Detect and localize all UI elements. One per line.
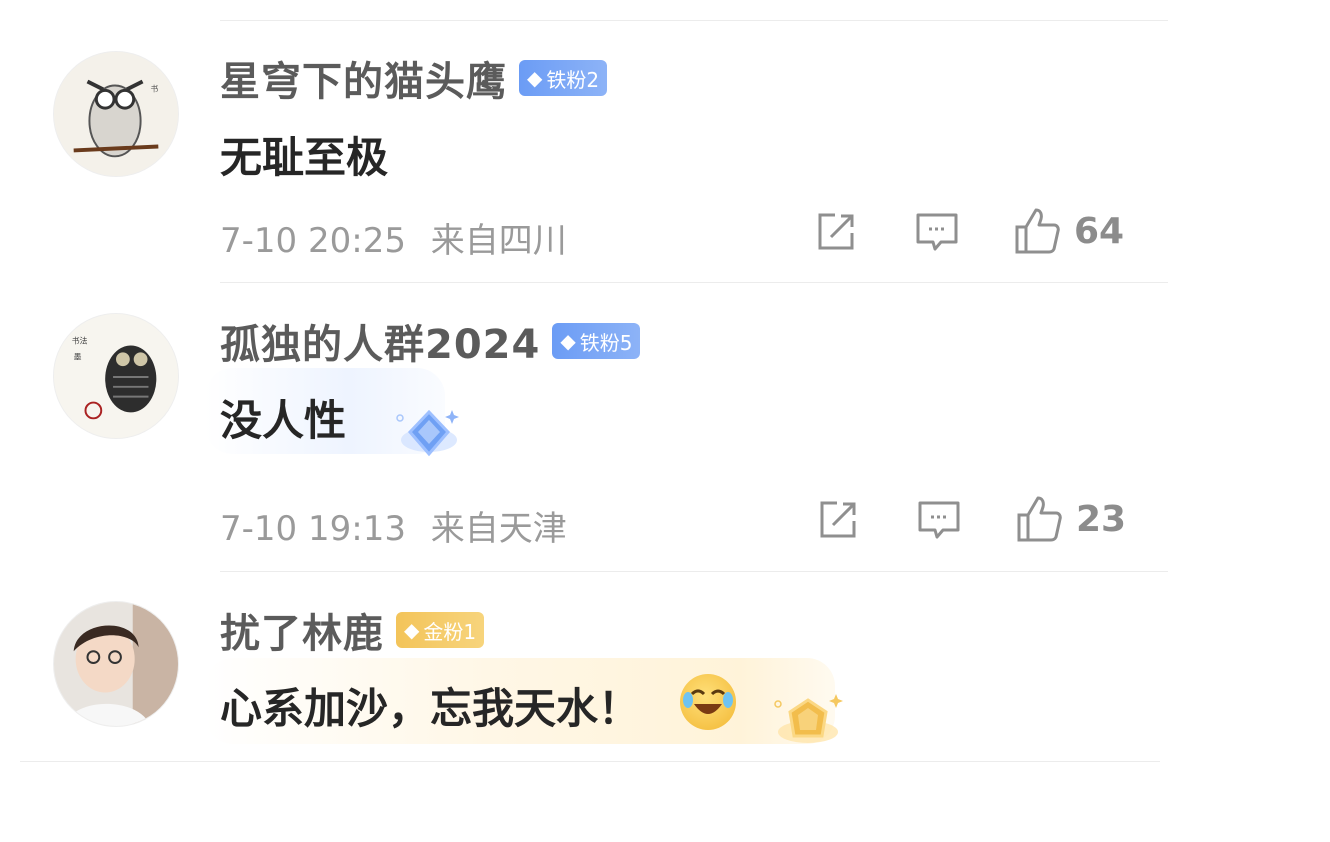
comment-list: 书 星穹下的猫头鹰 ◆ 铁粉2 无耻至极 7-10 20:25 来自四川 64 [0, 0, 1330, 842]
thumbs-up-icon [1015, 208, 1060, 254]
comment-header: 孤独的人群2024 ◆ 铁粉5 [220, 312, 641, 370]
like-button[interactable]: 64 [1014, 207, 1124, 255]
share-icon [820, 501, 856, 538]
diamond-icon: ◆ [560, 329, 576, 353]
diamond-icon [396, 409, 459, 457]
comment-date: 7-10 20:25 [220, 221, 406, 261]
comment-header: 星穹下的猫头鹰 ◆ 铁粉2 [220, 49, 608, 107]
divider [220, 20, 1168, 21]
svg-text:书: 书 [150, 83, 158, 93]
comment-text: 没人性 [220, 396, 347, 445]
badge-label: 铁粉2 [546, 67, 600, 92]
badge-label: 金粉1 [423, 619, 477, 644]
divider [20, 761, 1160, 762]
avatar[interactable]: 书 [53, 51, 179, 177]
username[interactable]: 扰了林鹿 [220, 601, 384, 659]
avatar[interactable]: 书法 墨 [53, 313, 179, 439]
comment-location: 来自四川 [430, 221, 567, 261]
share-icon [818, 213, 854, 250]
thumbs-up-icon [1017, 496, 1062, 542]
comment-meta: 7-10 19:13 来自天津 [220, 501, 567, 550]
comment-button[interactable] [915, 211, 959, 253]
diamond-icon: ◆ [527, 66, 543, 90]
comment-text: 心系加沙，忘我天水！ [220, 684, 641, 733]
like-count: 23 [1076, 498, 1127, 540]
share-button[interactable] [815, 211, 857, 253]
divider [220, 282, 1168, 283]
comment-date: 7-10 19:13 [220, 509, 406, 549]
comment-meta: 7-10 20:25 来自四川 [220, 213, 567, 262]
svg-text:墨: 墨 [74, 352, 82, 361]
divider [220, 571, 1168, 572]
comment-icon [916, 213, 958, 251]
svg-text:书法: 书法 [72, 336, 88, 346]
like-button[interactable]: 23 [1016, 495, 1126, 543]
laugh-cry-emoji [680, 674, 736, 730]
comment-header: 扰了林鹿 ◆ 金粉1 [220, 601, 485, 659]
avatar[interactable] [53, 601, 179, 727]
gold-gem-icon [774, 694, 843, 743]
diamond-icon: ◆ [404, 618, 420, 642]
fan-badge[interactable]: ◆ 金粉1 [396, 612, 485, 648]
comment-text: 无耻至极 [220, 133, 389, 182]
badge-label: 铁粉5 [579, 330, 633, 355]
comment-location: 来自天津 [430, 509, 567, 549]
comment-button[interactable] [917, 499, 961, 541]
fan-badge[interactable]: ◆ 铁粉5 [552, 323, 641, 359]
share-button[interactable] [817, 499, 859, 541]
fan-badge[interactable]: ◆ 铁粉2 [519, 60, 608, 96]
username[interactable]: 星穹下的猫头鹰 [220, 49, 507, 107]
username[interactable]: 孤独的人群2024 [220, 312, 540, 370]
comment-icon [918, 501, 960, 539]
like-count: 64 [1074, 210, 1125, 252]
